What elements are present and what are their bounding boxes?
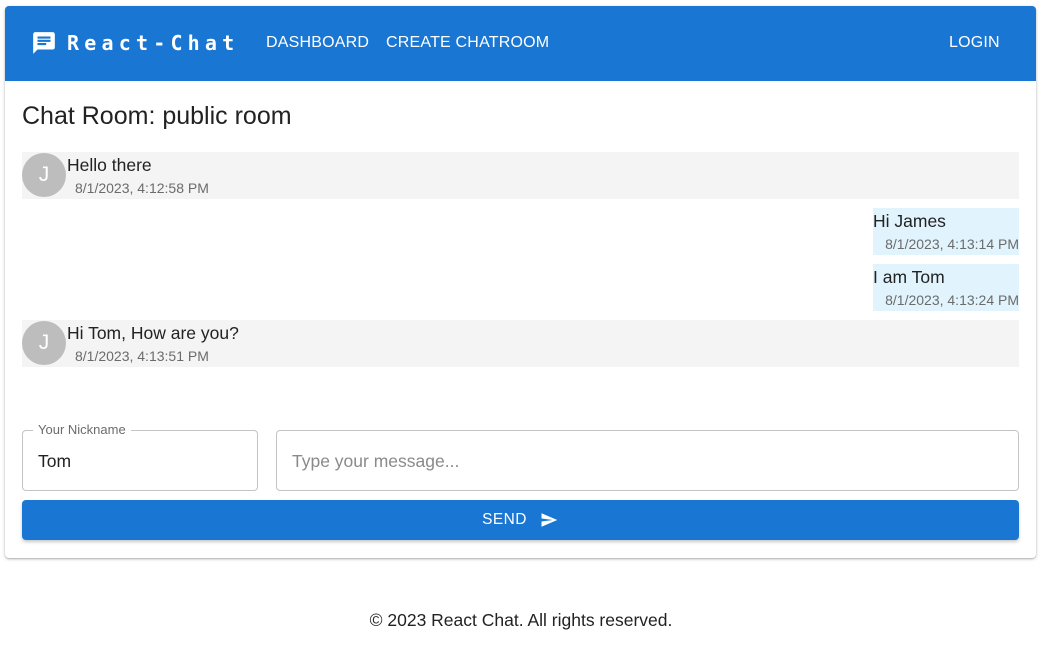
message-timestamp: 8/1/2023, 4:12:58 PM [75, 180, 209, 196]
message-text: Hello there [67, 155, 152, 175]
nickname-field: Your Nickname [22, 422, 258, 491]
message-timestamp: 8/1/2023, 4:13:24 PM [885, 292, 1019, 308]
avatar: J [22, 321, 66, 365]
nav-create-chatroom-button[interactable]: CREATE CHATROOM [386, 33, 549, 53]
message-text: Hi Tom, How are you? [67, 323, 239, 343]
send-button[interactable]: SEND [22, 500, 1019, 540]
message-item: J Hello there 8/1/2023, 4:12:58 PM [22, 152, 1019, 199]
message-timestamp: 8/1/2023, 4:13:14 PM [885, 236, 1019, 252]
message-item: J Hi Tom, How are you? 8/1/2023, 4:13:51… [22, 320, 1019, 367]
app-bar: React-Chat DASHBOARD CREATE CHATROOM LOG… [5, 6, 1036, 81]
message-item-own: Hi James 8/1/2023, 4:13:14 PM [873, 208, 1019, 255]
avatar: J [22, 153, 66, 197]
brand-name: React-Chat [67, 31, 240, 55]
login-button[interactable]: LOGIN [949, 33, 1000, 53]
message-timestamp: 8/1/2023, 4:13:51 PM [75, 348, 209, 364]
message-text: I am Tom [873, 267, 945, 287]
message-text: Hi James [873, 211, 946, 231]
message-field [276, 430, 1019, 491]
send-icon [541, 513, 558, 527]
nickname-input[interactable] [38, 450, 238, 472]
brand[interactable]: React-Chat [31, 30, 239, 56]
nickname-label: Your Nickname [33, 422, 131, 438]
chat-card: React-Chat DASHBOARD CREATE CHATROOM LOG… [5, 6, 1036, 558]
nav-dashboard-button[interactable]: DASHBOARD [266, 33, 369, 53]
page-title: Chat Room: public room [22, 102, 292, 130]
send-button-label: SEND [482, 511, 527, 528]
footer-copyright: © 2023 React Chat. All rights reserved. [369, 610, 673, 630]
message-item-own: I am Tom 8/1/2023, 4:13:24 PM [873, 264, 1019, 311]
chat-bubble-icon [33, 32, 55, 54]
message-input[interactable] [292, 450, 992, 472]
